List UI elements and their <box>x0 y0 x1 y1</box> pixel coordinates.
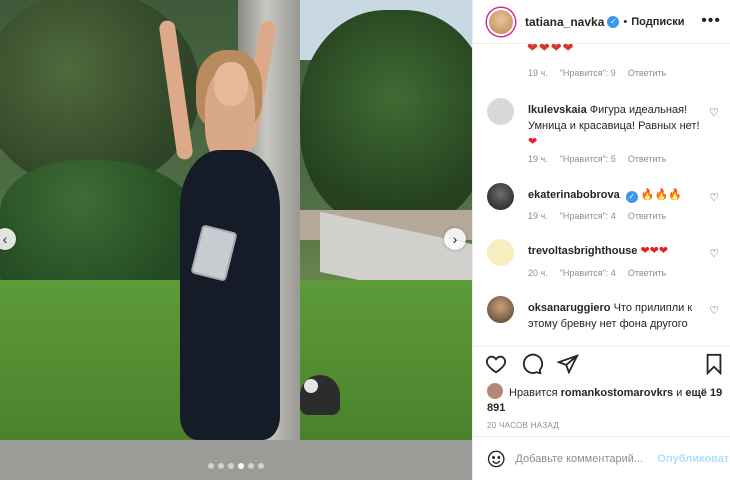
carousel-dot <box>228 463 234 469</box>
emoji-smiley-icon[interactable] <box>487 449 505 469</box>
post-side-panel: tatiana_navka ✓ • Подписки ••• ❤❤❤❤ 19 ч… <box>472 0 730 480</box>
like-comment-heart-icon[interactable]: ♡ <box>709 304 719 317</box>
verified-icon: ✓ <box>607 15 620 28</box>
comment-likes[interactable]: "Нравится": 4 <box>560 268 616 278</box>
post-header: tatiana_navka ✓ • Подписки ••• <box>473 0 730 44</box>
publish-button[interactable]: Опубликовать <box>657 453 730 465</box>
liker-avatar <box>487 383 503 399</box>
add-comment-bar: Опубликовать <box>473 436 730 480</box>
comment-time: 19 ч. <box>528 68 548 78</box>
tree-right <box>300 10 472 230</box>
like-comment-heart-icon[interactable]: ♡ <box>709 247 719 260</box>
likes-summary: Нравится romankostomarovkrs и ещё 19 891 <box>487 383 723 416</box>
post-actions: Нравится romankostomarovkrs и ещё 19 891… <box>473 346 730 450</box>
garden-lamp <box>300 375 340 415</box>
likes-prefix: Нравится <box>509 387 558 399</box>
commenter-username[interactable]: lkulevskaia <box>528 104 587 116</box>
carousel-dot <box>208 463 214 469</box>
comment-meta: 20 ч. "Нравится": 4 Ответить <box>528 268 666 278</box>
comment-emoji: ❤ <box>528 136 538 148</box>
carousel-dot <box>258 463 264 469</box>
carousel-dot <box>238 463 244 469</box>
reply-button[interactable]: Ответить <box>628 268 666 278</box>
carousel-dot <box>248 463 254 469</box>
comment-meta: 19 ч. "Нравится": 9 Ответить <box>528 68 666 78</box>
carousel-next-button[interactable]: › <box>444 228 466 250</box>
commenter-username[interactable]: trevoltasbrighthouse <box>528 245 637 257</box>
comment-text: trevoltasbrighthouse ❤❤❤ <box>528 243 706 259</box>
action-icons <box>485 353 579 375</box>
verified-icon: ✓ <box>625 191 638 203</box>
comment-time: 19 ч. <box>528 211 548 221</box>
comment-input[interactable] <box>515 452 658 465</box>
face <box>214 62 248 106</box>
carousel-dot <box>218 463 224 469</box>
author-username[interactable]: tatiana_navka <box>525 15 604 29</box>
comments-list[interactable]: ❤❤❤❤ 19 ч. "Нравится": 9 Ответить lkulev… <box>473 44 730 346</box>
comment-meta: 19 ч. "Нравится": 5 Ответить <box>528 154 666 164</box>
likes-conjunction: и <box>676 387 683 399</box>
comment-time: 19 ч. <box>528 154 548 164</box>
like-comment-heart-icon[interactable]: ♡ <box>709 191 719 204</box>
comment-emoji: ❤❤❤ <box>640 245 669 257</box>
comment-text: ekaterinabobrova ✓ 🔥🔥🔥 <box>528 187 706 203</box>
reply-button[interactable]: Ответить <box>628 68 666 78</box>
like-heart-icon[interactable] <box>485 353 507 375</box>
commenter-avatar[interactable] <box>487 98 514 125</box>
comment-bubble-icon[interactable] <box>521 353 543 375</box>
comment-text: lkulevskaia Фигура идеальная! Умница и к… <box>528 102 706 150</box>
author-avatar[interactable] <box>487 7 515 36</box>
black-dress <box>180 150 280 440</box>
commenter-username[interactable]: oksanaruggiero <box>528 302 611 314</box>
reply-button[interactable]: Ответить <box>628 154 666 164</box>
comment-meta: 19 ч. "Нравится": 4 Ответить <box>528 211 666 221</box>
post-timestamp[interactable]: 20 ЧАСОВ НАЗАД <box>487 421 559 430</box>
comment-time: 20 ч. <box>528 268 548 278</box>
comment-text: oksanaruggiero Что прилипли к этому брев… <box>528 300 706 332</box>
post-photo[interactable]: ‹ › <box>0 0 472 480</box>
reply-button[interactable]: Ответить <box>628 211 666 221</box>
commenter-avatar[interactable] <box>487 296 514 323</box>
more-options-icon[interactable]: ••• <box>701 12 721 30</box>
commenter-avatar[interactable] <box>487 239 514 266</box>
following-button[interactable]: Подписки <box>631 16 684 28</box>
comment-likes[interactable]: "Нравится": 5 <box>560 154 616 164</box>
bush <box>0 160 200 290</box>
share-paper-plane-icon[interactable] <box>557 353 579 375</box>
comment-likes[interactable]: "Нравится": 9 <box>560 68 616 78</box>
liker-username[interactable]: romankostomarovkrs <box>561 387 674 399</box>
header-separator: • <box>623 15 628 28</box>
comment-likes[interactable]: "Нравится": 4 <box>560 211 616 221</box>
paving <box>0 440 472 480</box>
commenter-username[interactable]: ekaterinabobrova <box>528 189 620 201</box>
like-comment-heart-icon[interactable]: ♡ <box>709 106 719 119</box>
comment-emoji: 🔥🔥🔥 <box>640 189 682 201</box>
carousel-dots <box>208 463 264 469</box>
save-bookmark-icon[interactable] <box>703 353 725 375</box>
partial-comment-emojis: ❤❤❤❤ <box>527 44 575 55</box>
commenter-avatar[interactable] <box>487 183 514 210</box>
